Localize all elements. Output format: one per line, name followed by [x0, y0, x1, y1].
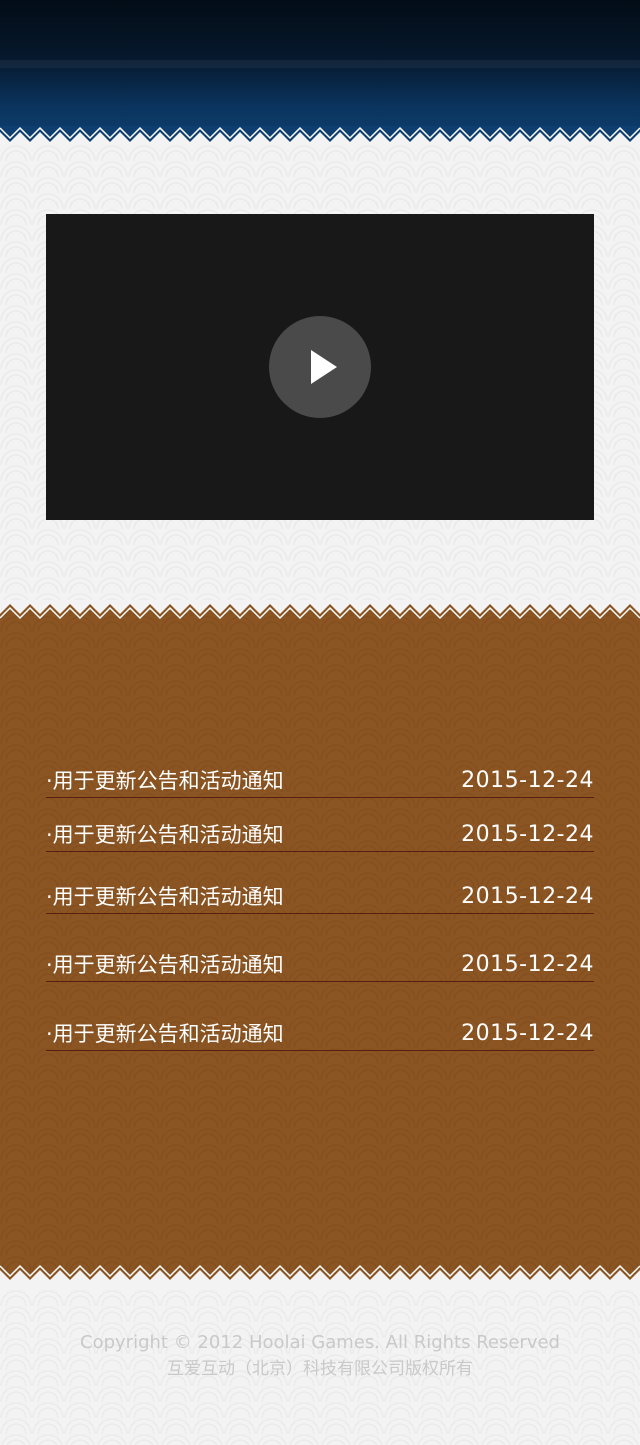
news-date: 2015-12-24	[461, 822, 594, 847]
play-button[interactable]	[269, 316, 371, 418]
header-shine	[0, 60, 640, 68]
news-bottom-zigzag-border	[0, 1264, 640, 1290]
footer: Copyright © 2012 Hoolai Games. All Right…	[0, 1290, 640, 1445]
news-item[interactable]: ·用于更新公告和活动通知 2015-12-24	[46, 1010, 594, 1051]
header-zigzag-border	[0, 126, 640, 145]
news-top-zigzag-border	[0, 600, 640, 620]
news-title: ·用于更新公告和活动通知	[46, 885, 284, 909]
news-date: 2015-12-24	[461, 884, 594, 909]
news-title: ·用于更新公告和活动通知	[46, 953, 284, 977]
news-item[interactable]: ·用于更新公告和活动通知 2015-12-24	[46, 941, 594, 982]
news-item[interactable]: ·用于更新公告和活动通知 2015-12-24	[46, 873, 594, 914]
footer-company: 互爱互动（北京）科技有限公司版权所有	[167, 1359, 473, 1379]
news-date: 2015-12-24	[461, 768, 594, 793]
video-section	[0, 145, 640, 600]
news-title: ·用于更新公告和活动通知	[46, 823, 284, 847]
news-section: ·用于更新公告和活动通知 2015-12-24 ·用于更新公告和活动通知 201…	[0, 600, 640, 1290]
video-player[interactable]	[46, 214, 594, 520]
news-item[interactable]: ·用于更新公告和活动通知 2015-12-24	[46, 757, 594, 798]
play-icon	[311, 350, 337, 384]
news-title: ·用于更新公告和活动通知	[46, 769, 284, 793]
news-item[interactable]: ·用于更新公告和活动通知 2015-12-24	[46, 811, 594, 852]
news-date: 2015-12-24	[461, 952, 594, 977]
footer-copyright: Copyright © 2012 Hoolai Games. All Right…	[80, 1332, 560, 1353]
news-title: ·用于更新公告和活动通知	[46, 1022, 284, 1046]
header-banner	[0, 0, 640, 145]
news-date: 2015-12-24	[461, 1021, 594, 1046]
